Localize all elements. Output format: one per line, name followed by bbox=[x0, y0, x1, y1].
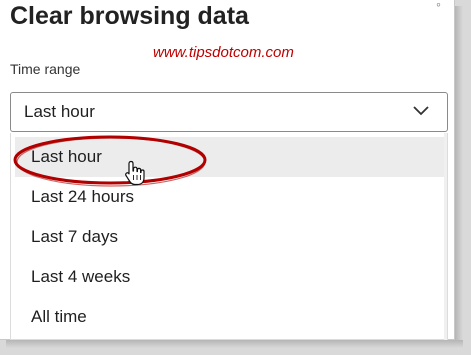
option-label: All time bbox=[31, 307, 87, 326]
option-label: Last 7 days bbox=[31, 227, 118, 246]
option-label: Last 4 weeks bbox=[31, 267, 131, 286]
time-range-dropdown-list: Last hour Last 24 hours Last 7 days Last… bbox=[10, 133, 448, 340]
time-range-label: Time range bbox=[10, 61, 81, 77]
option-last-7-days[interactable]: Last 7 days bbox=[15, 217, 445, 257]
option-label: Last 24 hours bbox=[31, 187, 135, 206]
option-label: Last hour bbox=[31, 147, 102, 166]
option-last-24-hours[interactable]: Last 24 hours bbox=[15, 177, 445, 217]
watermark-text: www.tipsdotcom.com bbox=[153, 44, 294, 61]
option-last-4-weeks[interactable]: Last 4 weeks bbox=[15, 257, 445, 297]
time-range-selected-value: Last hour bbox=[24, 102, 95, 121]
clear-browsing-data-dialog: ◦ Clear browsing data www.tipsdotcom.com… bbox=[0, 0, 455, 340]
dropdown-scrollbar[interactable] bbox=[444, 133, 447, 340]
dialog-shadow-bottom bbox=[6, 340, 463, 348]
dialog-title: Clear browsing data bbox=[10, 2, 249, 30]
chevron-down-icon bbox=[413, 106, 429, 116]
dialog-shadow-right bbox=[455, 6, 463, 346]
option-all-time[interactable]: All time bbox=[15, 297, 445, 337]
option-last-hour[interactable]: Last hour bbox=[15, 137, 445, 177]
time-range-select[interactable]: Last hour bbox=[10, 92, 448, 132]
close-icon[interactable]: ◦ bbox=[436, 0, 441, 12]
